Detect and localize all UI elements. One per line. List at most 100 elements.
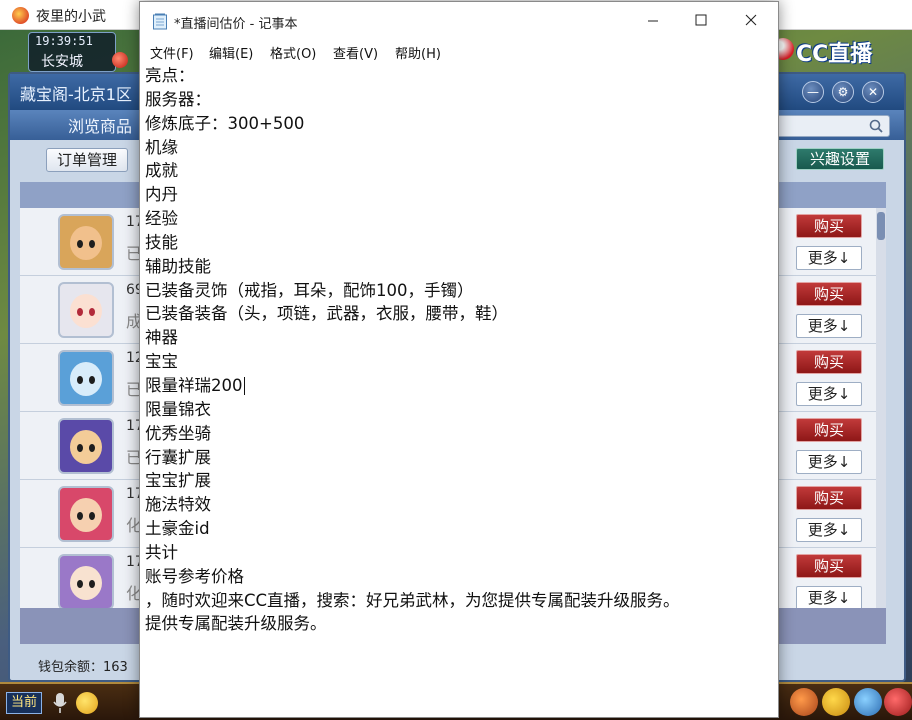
menu-help[interactable]: 帮助(H) — [395, 43, 441, 62]
avatar-eye — [89, 376, 95, 384]
buy-button[interactable]: 购买 — [796, 486, 862, 510]
menu-file[interactable]: 文件(F) — [150, 43, 194, 62]
text-line: 服务器： — [145, 89, 211, 109]
text-line-content: 限量祥瑞200 — [145, 375, 243, 395]
minimize-icon[interactable]: — — [802, 81, 824, 103]
avatar-face — [70, 294, 102, 328]
avatar-eye — [77, 580, 83, 588]
search-icon[interactable] — [869, 119, 883, 133]
text-line: 共计 — [145, 542, 178, 562]
tab-browse-products[interactable]: 浏览商品 — [68, 113, 132, 137]
avatar-face — [70, 430, 102, 464]
buy-button[interactable]: 购买 — [796, 350, 862, 374]
text-line: 内丹 — [145, 185, 178, 205]
text-line: 已装备灵饰（戒指，耳朵，配饰100，手镯） — [145, 280, 474, 300]
text-line: 优秀坐骑 — [145, 423, 211, 443]
avatar — [58, 350, 114, 406]
text-caret — [243, 377, 245, 396]
avatar — [58, 418, 114, 474]
avatar-eye — [89, 444, 95, 452]
tray-skill-icon[interactable] — [790, 688, 818, 716]
text-line: 行囊扩展 — [145, 447, 211, 467]
menu-edit[interactable]: 编辑(E) — [209, 43, 253, 62]
map-orb-icon[interactable] — [112, 52, 128, 68]
notepad-icon — [153, 13, 167, 30]
text-line: 施法特效 — [145, 495, 211, 515]
text-line: 宝宝扩展 — [145, 471, 211, 491]
text-line-with-caret: 限量祥瑞200 — [145, 374, 745, 398]
avatar-face — [70, 226, 102, 260]
text-line: 修炼底子：300+500 — [145, 113, 305, 133]
search-input[interactable] — [768, 115, 890, 137]
wallet-balance: 钱包余额：163 — [38, 660, 128, 675]
interest-settings-button[interactable]: 兴趣设置 — [796, 148, 884, 170]
menu-format[interactable]: 格式(O) — [270, 43, 316, 62]
more-button[interactable]: 更多↓ — [796, 586, 862, 608]
document-text[interactable]: 亮点： 服务器： 修炼底子：300+500 机缘 成就 内丹 经验 技能 辅助技… — [145, 64, 745, 636]
avatar-face — [70, 566, 102, 600]
avatar-eye — [89, 240, 95, 248]
microphone-icon[interactable] — [52, 692, 68, 714]
game-app-icon — [12, 7, 29, 24]
text-line: 亮点： — [145, 66, 195, 85]
more-button[interactable]: 更多↓ — [796, 450, 862, 474]
avatar-eye — [89, 308, 95, 316]
text-line: 辅助技能 — [145, 256, 211, 276]
tray-emote-icon[interactable] — [822, 688, 850, 716]
notepad-titlebar[interactable]: *直播间估价 - 记事本 — [140, 2, 778, 38]
text-line: 宝宝 — [145, 352, 178, 372]
settings-icon[interactable]: ⚙ — [832, 81, 854, 103]
avatar-face — [70, 498, 102, 532]
text-line: 技能 — [145, 232, 178, 252]
more-button[interactable]: 更多↓ — [796, 382, 862, 406]
text-line: 成就 — [145, 161, 178, 181]
buy-button[interactable]: 购买 — [796, 282, 862, 306]
order-management-button[interactable]: 订单管理 — [46, 148, 128, 172]
tray-team-icon[interactable] — [854, 688, 882, 716]
avatar-eye — [89, 512, 95, 520]
text-line: 经验 — [145, 209, 178, 229]
notepad-text-area[interactable]: 亮点： 服务器： 修炼底子：300+500 机缘 成就 内丹 经验 技能 辅助技… — [140, 62, 778, 717]
scroll-thumb[interactable] — [877, 212, 885, 240]
text-line: ，随时欢迎来CC直播，搜索：好兄弟武林，为您提供专属配装升级服务。 — [145, 590, 680, 610]
game-location: 长安城 — [41, 54, 83, 70]
avatar-eye — [89, 580, 95, 588]
more-button[interactable]: 更多↓ — [796, 518, 862, 542]
emoji-icon[interactable] — [76, 692, 98, 714]
notepad-title: *直播间估价 - 记事本 — [174, 17, 298, 32]
close-icon[interactable] — [726, 2, 776, 38]
game-window-title: 夜里的小武 — [36, 9, 106, 25]
list-scrollbar[interactable] — [876, 208, 886, 608]
more-button[interactable]: 更多↓ — [796, 246, 862, 270]
shop-title: 藏宝阁-北京1区 — [20, 85, 132, 104]
notepad-window: *直播间估价 - 记事本 文件(F) 编辑(E) 格式(O) 查看(V) 帮助(… — [139, 1, 779, 718]
text-line: 机缘 — [145, 137, 178, 157]
text-line: 账号参考价格 — [145, 566, 244, 586]
current-channel-button[interactable]: 当前 — [6, 692, 42, 714]
avatar-eye — [77, 512, 83, 520]
avatar — [58, 486, 114, 542]
text-line: 土豪金id — [145, 519, 210, 539]
maximize-icon[interactable] — [676, 2, 726, 38]
notepad-menubar: 文件(F) 编辑(E) 格式(O) 查看(V) 帮助(H) — [140, 38, 778, 62]
text-line: 提供专属配装升级服务。 — [145, 614, 327, 634]
more-button[interactable]: 更多↓ — [796, 314, 862, 338]
avatar-eye — [77, 444, 83, 452]
game-time: 19:39:51 — [35, 34, 93, 48]
avatar — [58, 554, 114, 608]
text-line: 限量锦衣 — [145, 399, 211, 419]
text-line: 已装备装备（头，项链，武器，衣服，腰带，鞋） — [145, 304, 508, 324]
avatar — [58, 214, 114, 270]
clock-panel: 19:39:51 长安城 — [28, 32, 116, 72]
buy-button[interactable]: 购买 — [796, 554, 862, 578]
text-line: 神器 — [145, 328, 178, 348]
avatar-eye — [77, 376, 83, 384]
minimize-icon[interactable] — [628, 2, 678, 38]
buy-button[interactable]: 购买 — [796, 418, 862, 442]
close-icon[interactable]: ✕ — [862, 81, 884, 103]
buy-button[interactable]: 购买 — [796, 214, 862, 238]
menu-view[interactable]: 查看(V) — [333, 43, 378, 62]
avatar-eye — [77, 308, 83, 316]
cc-live-logo: CC直播 — [772, 34, 906, 67]
tray-system-icon[interactable] — [884, 688, 912, 716]
